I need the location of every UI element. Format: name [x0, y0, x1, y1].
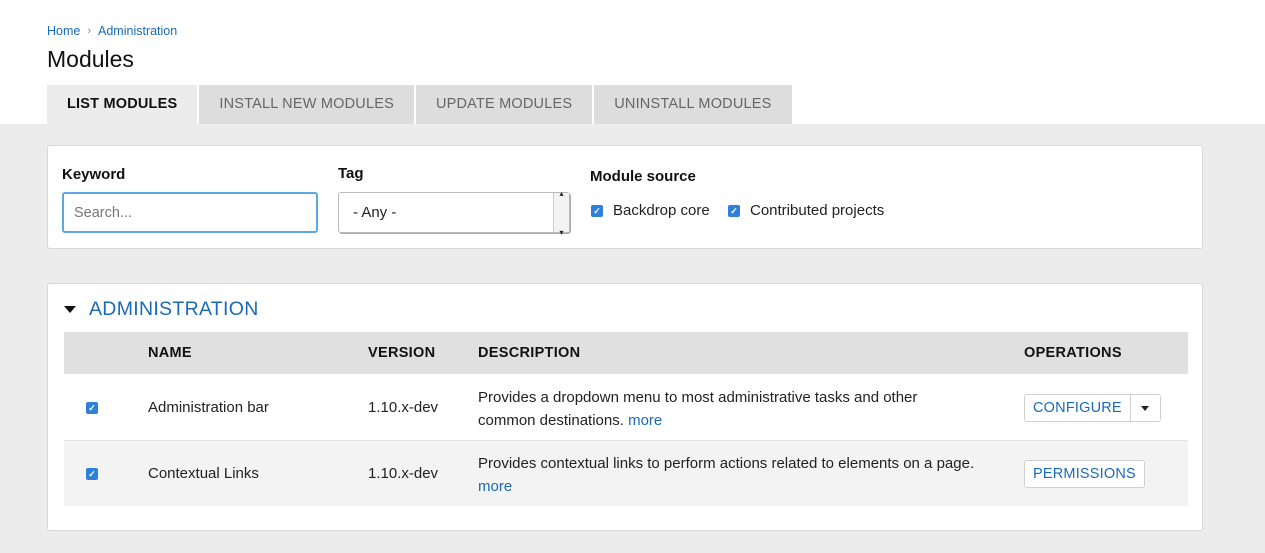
filter-panel: Keyword Tag - Any - ▴▾ Module source ✓ B…	[47, 145, 1203, 249]
module-version: 1.10.x-dev	[368, 399, 439, 416]
column-header-version: VERSION	[368, 345, 436, 361]
module-enabled-checkbox[interactable]: ✓	[86, 402, 98, 414]
module-group-administration: ADMINISTRATION NAME VERSION DESCRIPTION …	[47, 283, 1203, 531]
permissions-button[interactable]: PERMISSIONS	[1024, 460, 1145, 488]
table-row: ✓ Administration bar 1.10.x-dev Provides…	[64, 375, 1188, 440]
more-link[interactable]: more	[628, 412, 662, 429]
tab-update-modules[interactable]: UPDATE MODULES	[415, 85, 593, 124]
checkbox-checked-icon[interactable]: ✓	[591, 204, 603, 217]
module-enabled-checkbox[interactable]: ✓	[86, 468, 98, 480]
module-version: 1.10.x-dev	[368, 465, 439, 482]
tab-list-modules[interactable]: LIST MODULES	[47, 85, 198, 124]
tab-bar: LIST MODULES INSTALL NEW MODULES UPDATE …	[47, 85, 794, 124]
caret-down-icon	[1141, 405, 1150, 411]
tab-install-new-modules[interactable]: INSTALL NEW MODULES	[199, 85, 414, 124]
tag-select[interactable]: - Any - ▴ ▾	[338, 189, 570, 237]
checkbox-checked-icon[interactable]: ✓	[728, 204, 740, 217]
column-header-description: DESCRIPTION	[478, 345, 581, 361]
module-description: Provides contextual links to perform act…	[478, 453, 978, 498]
select-arrows-icon: ▴ ▾	[553, 189, 569, 237]
source-backdrop-core[interactable]: ✓ Backdrop core	[591, 202, 710, 219]
table-row: ✓ Contextual Links 1.10.x-dev Provides c…	[64, 441, 1188, 506]
tab-uninstall-modules[interactable]: UNINSTALL MODULES	[594, 85, 792, 124]
source-contributed-projects[interactable]: ✓ Contributed projects	[728, 202, 884, 219]
tag-label: Tag	[338, 165, 364, 182]
group-title: ADMINISTRATION	[89, 298, 259, 320]
more-link[interactable]: more	[478, 478, 512, 495]
page-header: Home › Administration Modules LIST MODUL…	[0, 0, 1265, 124]
module-description: Provides a dropdown menu to most adminis…	[478, 387, 978, 432]
keyword-search-input[interactable]	[62, 192, 318, 233]
module-description-text: Provides contextual links to perform act…	[478, 455, 975, 472]
module-name: Administration bar	[148, 399, 269, 416]
column-header-name: NAME	[148, 345, 192, 361]
breadcrumb-administration-link[interactable]: Administration	[98, 24, 177, 38]
operations-dropdown-toggle[interactable]	[1129, 395, 1160, 421]
column-header-operations: OPERATIONS	[1024, 345, 1122, 361]
module-description-text: Provides a dropdown menu to most adminis…	[478, 389, 918, 429]
collapse-triangle-icon	[64, 306, 76, 313]
keyword-label: Keyword	[62, 166, 126, 183]
source-backdrop-core-label: Backdrop core	[613, 202, 710, 219]
breadcrumb-home-link[interactable]: Home	[47, 24, 80, 38]
operations-button-group: CONFIGURE	[1024, 394, 1161, 422]
tag-select-value: - Any -	[353, 204, 397, 221]
table-header: NAME VERSION DESCRIPTION OPERATIONS	[64, 332, 1188, 374]
breadcrumb-separator-icon: ›	[87, 25, 92, 37]
breadcrumb: Home › Administration	[47, 24, 177, 38]
module-name: Contextual Links	[148, 465, 259, 482]
module-source-label: Module source	[590, 168, 696, 185]
group-toggle[interactable]: ADMINISTRATION	[64, 298, 259, 321]
page-title: Modules	[47, 46, 134, 72]
source-contributed-projects-label: Contributed projects	[750, 202, 885, 219]
configure-button[interactable]: CONFIGURE	[1025, 395, 1130, 421]
